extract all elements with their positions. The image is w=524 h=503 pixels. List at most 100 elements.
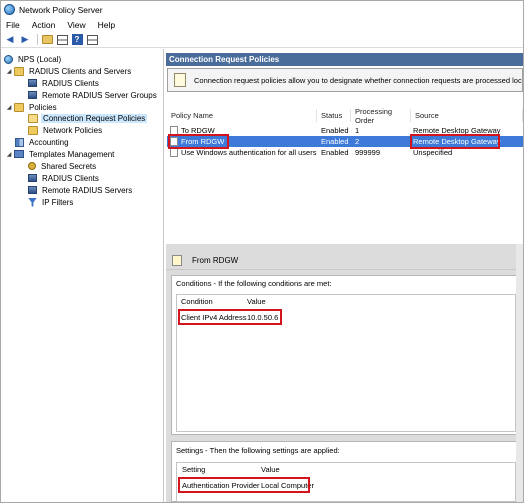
tree-label: Remote RADIUS Server Groups: [42, 90, 157, 100]
radius-client-icon: [28, 174, 37, 182]
conditions-table: Condition Value Client IPv4 Address 10.0…: [176, 294, 516, 432]
tree-node-radius-clients[interactable]: RADIUS Clients: [28, 77, 101, 89]
folder-icon: [14, 66, 24, 76]
policy-order: 1: [355, 126, 360, 135]
conditions-label: Conditions - If the following conditions…: [176, 279, 332, 288]
policy-name-cell: Use Windows authentication for all users: [170, 147, 316, 158]
menu-file[interactable]: File: [6, 20, 20, 30]
tree-label: Shared Secrets: [41, 161, 97, 171]
conditions-column-condition: Condition: [181, 297, 213, 306]
conditions-panel: Conditions - If the following conditions…: [171, 275, 521, 435]
server-icon: [28, 186, 37, 194]
tree-label: RADIUS Clients: [42, 173, 99, 183]
open-folder-icon: [28, 113, 38, 123]
tree-label: Network Policies: [43, 125, 103, 135]
policy-row[interactable]: Use Windows authentication for all users…: [167, 147, 523, 158]
setting-value: Local Computer: [261, 481, 314, 490]
tree-node-radius-clients-servers[interactable]: ◢ RADIUS Clients and Servers: [5, 65, 133, 77]
policy-name-cell: From RDGW: [170, 136, 224, 147]
help-button[interactable]: ?: [71, 34, 83, 46]
filter-icon: [28, 197, 37, 207]
policy-list: Policy Name Status Processing Order Sour…: [167, 107, 523, 243]
detail-title: From RDGW: [192, 256, 239, 265]
policy-order: 2: [355, 137, 360, 146]
tree-label: Templates Management: [29, 149, 115, 159]
menu-view[interactable]: View: [67, 20, 85, 30]
policy-status: Enabled: [321, 148, 349, 157]
policy-row[interactable]: To RDGW Enabled 1 Remote Desktop Gateway: [167, 125, 523, 136]
collapse-chevron-icon[interactable]: ◢: [5, 151, 13, 158]
toolbar: ◀ ▶ ?: [1, 32, 523, 48]
settings-table: Setting Value Authentication Provider Lo…: [176, 462, 516, 502]
tree-node-network-policies[interactable]: Network Policies: [28, 124, 104, 136]
templates-icon: [14, 150, 24, 158]
policy-order: 999999: [355, 148, 381, 157]
policy-row-selected[interactable]: From RDGW Enabled 2 Remote Desktop Gatew…: [167, 136, 523, 147]
console-tree-icon: [56, 34, 68, 45]
tree-node-remote-radius-servers[interactable]: Remote RADIUS Servers: [28, 184, 134, 196]
tree-node-connection-request-policies[interactable]: Connection Request Policies: [28, 112, 148, 124]
up-folder-button[interactable]: [41, 34, 53, 46]
nps-window: Network Policy Server File Action View H…: [0, 0, 524, 503]
policy-name: To RDGW: [181, 126, 215, 135]
policy-icon: [170, 148, 178, 157]
policy-document-icon: [172, 255, 182, 266]
tree-label: Accounting: [29, 137, 69, 147]
tree-label: Policies: [29, 102, 57, 112]
tree-node-remote-radius-server-groups[interactable]: Remote RADIUS Server Groups: [28, 89, 159, 101]
collapse-chevron-icon[interactable]: ◢: [5, 68, 13, 75]
tree-node-templates-management[interactable]: ◢ Templates Management: [5, 148, 116, 160]
policy-source: Unspecified: [413, 148, 453, 157]
tree-node-nps-local[interactable]: NPS (Local): [4, 53, 63, 65]
help-icon: ?: [71, 34, 83, 45]
key-icon: [28, 162, 36, 170]
condition-value: 10.0.50.6: [247, 313, 279, 322]
policy-icon: [170, 126, 178, 135]
tree-node-tm-radius-clients[interactable]: RADIUS Clients: [28, 172, 101, 184]
back-arrow-icon[interactable]: ◀: [4, 34, 16, 46]
tree-node-shared-secrets[interactable]: Shared Secrets: [28, 160, 98, 172]
menu-bar: File Action View Help: [1, 18, 523, 32]
tree-node-ip-filters[interactable]: IP Filters: [28, 196, 75, 208]
policy-icon: [170, 137, 178, 146]
console-tree: NPS (Local) ◢ RADIUS Clients and Servers…: [1, 49, 164, 502]
menu-action[interactable]: Action: [32, 20, 56, 30]
radius-client-icon: [28, 79, 37, 87]
column-header-source[interactable]: Source: [411, 109, 523, 122]
info-text: Connection request policies allow you to…: [194, 75, 522, 85]
info-box: Connection request policies allow you to…: [167, 68, 523, 92]
column-header-processing-order[interactable]: Processing Order: [351, 107, 411, 125]
properties-button[interactable]: [86, 34, 98, 46]
policy-name-cell: To RDGW: [170, 125, 215, 136]
menu-help[interactable]: Help: [98, 20, 115, 30]
column-header-policy-name[interactable]: Policy Name: [167, 109, 317, 122]
folder-icon: [28, 125, 38, 135]
folder-icon: [41, 35, 53, 44]
nps-app-icon: [4, 4, 15, 15]
policy-status: Enabled: [321, 137, 349, 146]
tree-label: RADIUS Clients and Servers: [29, 66, 132, 76]
settings-column-setting: Setting: [182, 465, 206, 474]
tree-label: NPS (Local): [18, 54, 62, 64]
policy-source: Remote Desktop Gateway: [413, 126, 501, 135]
policy-status: Enabled: [321, 126, 349, 135]
tree-node-accounting[interactable]: Accounting: [15, 136, 71, 148]
folder-icon: [14, 102, 24, 112]
details-scrollbar[interactable]: [516, 244, 523, 502]
show-hide-tree-button[interactable]: [56, 34, 68, 46]
column-header-status[interactable]: Status: [317, 109, 351, 122]
forward-arrow-icon[interactable]: ▶: [19, 34, 31, 46]
setting-name: Authentication Provider: [182, 481, 260, 490]
collapse-chevron-icon[interactable]: ◢: [5, 104, 13, 111]
tree-label: Remote RADIUS Servers: [42, 185, 133, 195]
settings-label: Settings - Then the following settings a…: [176, 446, 340, 455]
title-bar: Network Policy Server: [1, 1, 523, 18]
settings-column-value: Value: [261, 465, 280, 474]
server-group-icon: [28, 91, 37, 99]
condition-name: Client IPv4 Address: [181, 313, 247, 322]
policy-name: From RDGW: [181, 137, 225, 146]
detail-header: From RDGW: [166, 252, 523, 270]
policy-document-icon: [174, 73, 186, 87]
conditions-column-value: Value: [247, 297, 266, 306]
toolbar-separator: [37, 34, 38, 45]
